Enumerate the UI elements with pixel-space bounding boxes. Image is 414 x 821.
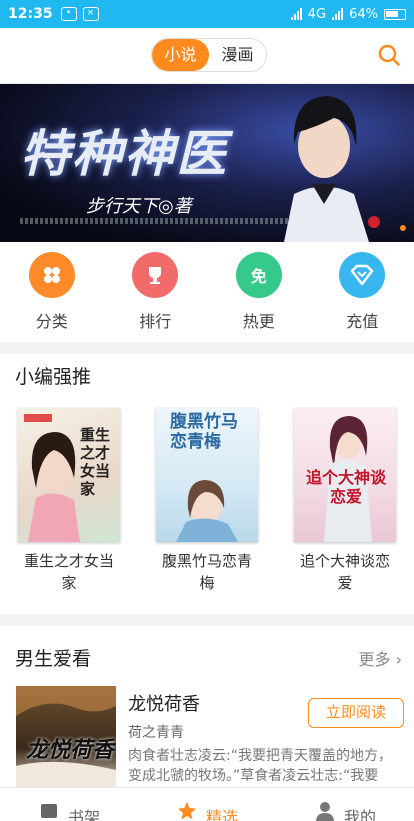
quick-ranking[interactable]: 排行 bbox=[104, 252, 208, 342]
grid-icon bbox=[28, 252, 75, 298]
content-type-switch: 小说 漫画 bbox=[151, 38, 267, 72]
tab-comic[interactable]: 漫画 bbox=[209, 39, 266, 71]
bookshelf-icon bbox=[40, 804, 57, 818]
editor-picks-list: 重生之才女当家 重生之才女当家 腹黑竹马恋青梅 腹黑竹马恋青梅 追个大神谈恋爱 … bbox=[0, 408, 414, 594]
diamond-icon bbox=[339, 252, 386, 298]
more-link[interactable]: 更多 › bbox=[358, 646, 402, 670]
cover-title: 重生之才女当家 bbox=[80, 426, 111, 498]
banner-author: 步行天下◎著 bbox=[86, 196, 192, 217]
cover-title: 腹黑竹马恋青梅 bbox=[170, 412, 238, 452]
status-time: 12:35 bbox=[8, 6, 53, 22]
free-icon-glyph: 免 bbox=[250, 267, 267, 286]
banner-character-image bbox=[284, 96, 380, 242]
tab-bookshelf-label: 书架 bbox=[67, 808, 100, 821]
book-item[interactable]: 重生之才女当家 重生之才女当家 bbox=[0, 408, 138, 594]
search-icon[interactable] bbox=[378, 44, 400, 66]
signal-icon-2 bbox=[332, 8, 344, 20]
book-cover: 重生之才女当家 bbox=[18, 408, 120, 542]
battery-icon bbox=[384, 8, 406, 20]
banner-title: 特种神医 bbox=[20, 124, 228, 183]
tab-featured-label: 精选 bbox=[205, 808, 238, 821]
book-title: 追个大神谈恋爱 bbox=[299, 552, 390, 592]
book-cover: 龙悦荷香 bbox=[16, 686, 116, 790]
book-list-item[interactable]: 龙悦荷香 龙悦荷香 荷之青青 肉食者壮志凌云:“我要把青天覆盖的地方，变成北虢的… bbox=[16, 686, 406, 790]
quick-recharge-label: 充值 bbox=[346, 312, 379, 331]
more-label: 更多 bbox=[358, 650, 391, 669]
quick-hot-update[interactable]: 免 热更 bbox=[207, 252, 311, 342]
star-icon bbox=[177, 802, 196, 820]
bottom-tab-bar: 书架 精选 我的 bbox=[0, 787, 414, 821]
book-cover: 腹黑竹马恋青梅 bbox=[156, 408, 258, 542]
user-icon bbox=[316, 802, 334, 821]
quick-recharge[interactable]: 充值 bbox=[311, 252, 414, 342]
book-item[interactable]: 腹黑竹马恋青梅 腹黑竹马恋青梅 bbox=[138, 408, 276, 594]
book-title: 腹黑竹马恋青梅 bbox=[161, 552, 252, 592]
wechat-icon: • bbox=[60, 7, 77, 21]
tab-featured[interactable]: 精选 bbox=[138, 788, 276, 821]
book-author: 荷之青青 bbox=[128, 725, 184, 741]
tab-mine-label: 我的 bbox=[343, 808, 376, 821]
quick-entries: 分类 排行 免 热更 充值 bbox=[0, 252, 414, 342]
carousel-indicator bbox=[400, 225, 406, 231]
cover-title: 龙悦荷香 bbox=[26, 737, 115, 763]
notification-icon: × bbox=[82, 7, 99, 21]
read-now-button[interactable]: 立即阅读 bbox=[308, 698, 404, 728]
quick-ranking-label: 排行 bbox=[139, 312, 172, 331]
quick-category[interactable]: 分类 bbox=[0, 252, 104, 342]
featured-banner[interactable]: 特种神医 步行天下◎著 bbox=[0, 84, 414, 242]
book-title: 重生之才女当家 bbox=[23, 552, 114, 592]
quick-hot-update-label: 热更 bbox=[242, 312, 275, 331]
top-bar: 小说 漫画 bbox=[0, 28, 414, 84]
network-type: 4G bbox=[307, 6, 327, 22]
chevron-right-icon: › bbox=[395, 650, 402, 669]
book-description: 肉食者壮志凌云:“我要把青天覆盖的地方，变成北虢的牧场。”草食者凌云壮志:“我要 bbox=[128, 748, 392, 784]
signal-icon bbox=[290, 8, 302, 20]
section-divider bbox=[0, 342, 414, 354]
trophy-icon bbox=[132, 252, 179, 298]
book-title: 龙悦荷香 bbox=[128, 694, 200, 715]
tab-bookshelf[interactable]: 书架 bbox=[0, 788, 138, 821]
section-divider bbox=[0, 614, 414, 626]
status-bar: 12:35 • × 4G 64% bbox=[0, 0, 414, 28]
boys-like-title: 男生爱看 bbox=[15, 648, 92, 670]
free-icon: 免 bbox=[235, 252, 282, 298]
book-item[interactable]: 追个大神谈恋爱 追个大神谈恋爱 bbox=[276, 408, 414, 594]
cover-title: 追个大神谈恋爱 bbox=[305, 468, 386, 506]
tab-mine[interactable]: 我的 bbox=[276, 788, 414, 821]
tab-novel[interactable]: 小说 bbox=[152, 39, 209, 71]
battery-percent: 64% bbox=[349, 6, 378, 22]
banner-fine-print bbox=[20, 218, 290, 224]
editor-picks-title: 小编强推 bbox=[15, 366, 92, 388]
quick-category-label: 分类 bbox=[35, 312, 68, 331]
book-cover: 追个大神谈恋爱 bbox=[294, 408, 396, 542]
